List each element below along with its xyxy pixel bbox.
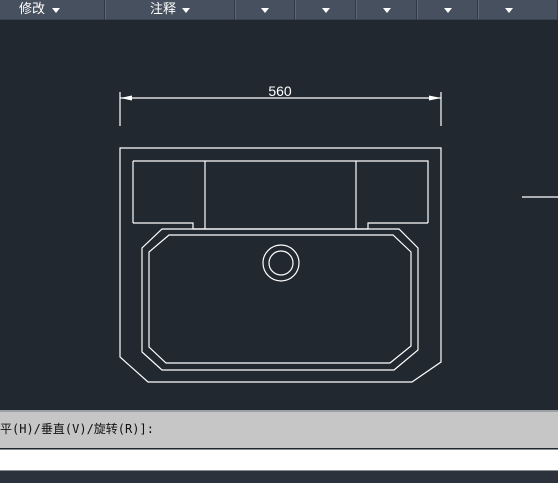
panel-dropdown-3[interactable]	[236, 0, 295, 19]
dimension-arrow-right	[429, 95, 441, 101]
annotate-panel-label: 注释	[150, 2, 177, 17]
panel-dropdown-7[interactable]	[479, 0, 558, 19]
panel-dropdown-5[interactable]	[357, 0, 417, 19]
drain-inner	[268, 250, 294, 276]
modify-panel-dropdown[interactable]: 修改	[0, 0, 105, 19]
status-bar	[0, 471, 558, 483]
panel-dropdown-4[interactable]	[296, 0, 356, 19]
command-history-text: 平(H)/垂直(V)/旋转(R)]:	[0, 422, 154, 436]
dimension-text: 560	[268, 83, 292, 99]
sink-outer-outline	[119, 147, 442, 383]
panel-dropdown-6[interactable]	[418, 0, 478, 19]
dimension-arrow-left	[120, 95, 132, 101]
chevron-down-icon	[383, 8, 391, 13]
chevron-down-icon	[182, 8, 190, 13]
right-ledge	[367, 222, 428, 229]
chevron-down-icon	[261, 8, 269, 13]
drain-outer	[262, 244, 300, 282]
command-history: 平(H)/垂直(V)/旋转(R)]:	[0, 410, 558, 448]
left-ledge	[133, 222, 194, 229]
ribbon-panel-bar: 修改 注释	[0, 0, 558, 20]
drawing-svg: 560	[119, 83, 558, 383]
chevron-down-icon	[505, 8, 513, 13]
basin-outer	[141, 228, 419, 371]
sink-top-frame	[133, 160, 429, 223]
chevron-down-icon	[444, 8, 452, 13]
chevron-down-icon	[52, 8, 60, 13]
basin-inner	[148, 234, 412, 364]
modify-panel-label: 修改	[19, 2, 46, 17]
chevron-down-icon	[322, 8, 330, 13]
annotate-panel-dropdown[interactable]: 注释	[106, 0, 235, 19]
drawing-canvas[interactable]: 560	[0, 20, 558, 410]
command-input[interactable]	[0, 449, 558, 471]
